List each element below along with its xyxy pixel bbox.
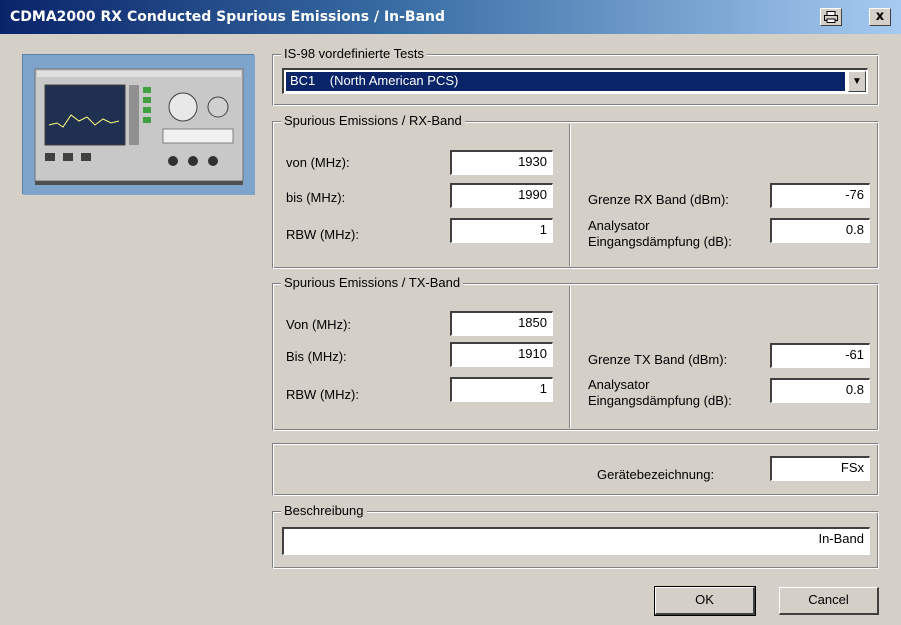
tx-from-label: Von (MHz): xyxy=(286,317,352,332)
device-image xyxy=(22,54,255,195)
rx-to-label: bis (MHz): xyxy=(286,190,346,205)
cancel-button[interactable]: Cancel xyxy=(779,587,879,615)
tx-to-field[interactable]: 1910 xyxy=(450,342,553,367)
chevron-down-icon[interactable]: ▼ xyxy=(848,71,866,92)
rx-band-divider xyxy=(569,124,571,266)
tx-rbw-field[interactable]: 1 xyxy=(450,377,553,402)
tx-atten-label-line1: Analysator xyxy=(588,377,650,392)
rx-atten-label: Analysator Eingangsdämpfung (dB): xyxy=(588,218,732,250)
device-name-field[interactable]: FSx xyxy=(770,456,870,481)
tx-to-label: Bis (MHz): xyxy=(286,349,347,364)
window-title: CDMA2000 RX Conducted Spurious Emissions… xyxy=(10,9,446,25)
tx-band-legend: Spurious Emissions / TX-Band xyxy=(281,275,464,290)
tx-from-field[interactable]: 1850 xyxy=(450,311,553,336)
rx-limit-label: Grenze RX Band (dBm): xyxy=(588,192,729,207)
ok-button[interactable]: OK xyxy=(654,586,756,616)
tx-band-divider xyxy=(569,286,571,428)
tx-atten-label: Analysator Eingangsdämpfung (dB): xyxy=(588,377,732,409)
rx-atten-label-line1: Analysator xyxy=(588,218,650,233)
tx-atten-field[interactable]: 0.8 xyxy=(770,378,870,403)
rx-rbw-label: RBW (MHz): xyxy=(286,227,359,242)
preset-dropdown[interactable]: BC1 (North American PCS) ▼ xyxy=(282,68,868,94)
description-field[interactable]: In-Band xyxy=(282,527,870,555)
tx-rbw-label: RBW (MHz): xyxy=(286,387,359,402)
rx-from-field[interactable]: 1930 xyxy=(450,150,553,175)
printer-icon[interactable] xyxy=(820,8,842,26)
rx-rbw-field[interactable]: 1 xyxy=(450,218,553,243)
description-legend: Beschreibung xyxy=(281,503,367,518)
rx-band-legend: Spurious Emissions / RX-Band xyxy=(281,113,465,128)
rx-atten-label-line2: Eingangsdämpfung (dB): xyxy=(588,234,732,249)
rx-atten-field[interactable]: 0.8 xyxy=(770,218,870,243)
title-bar: CDMA2000 RX Conducted Spurious Emissions… xyxy=(0,0,901,34)
tx-atten-label-line2: Eingangsdämpfung (dB): xyxy=(588,393,732,408)
close-button[interactable]: x xyxy=(869,8,891,26)
rx-limit-field[interactable]: -76 xyxy=(770,183,870,208)
preset-selected: BC1 (North American PCS) xyxy=(286,72,845,91)
tx-limit-field[interactable]: -61 xyxy=(770,343,870,368)
rx-from-label: von (MHz): xyxy=(286,155,350,170)
device-name-label: Gerätebezeichnung: xyxy=(597,467,715,482)
rx-to-field[interactable]: 1990 xyxy=(450,183,553,208)
tx-limit-label: Grenze TX Band (dBm): xyxy=(588,352,728,367)
preset-legend: IS-98 vordefinierte Tests xyxy=(281,46,427,61)
